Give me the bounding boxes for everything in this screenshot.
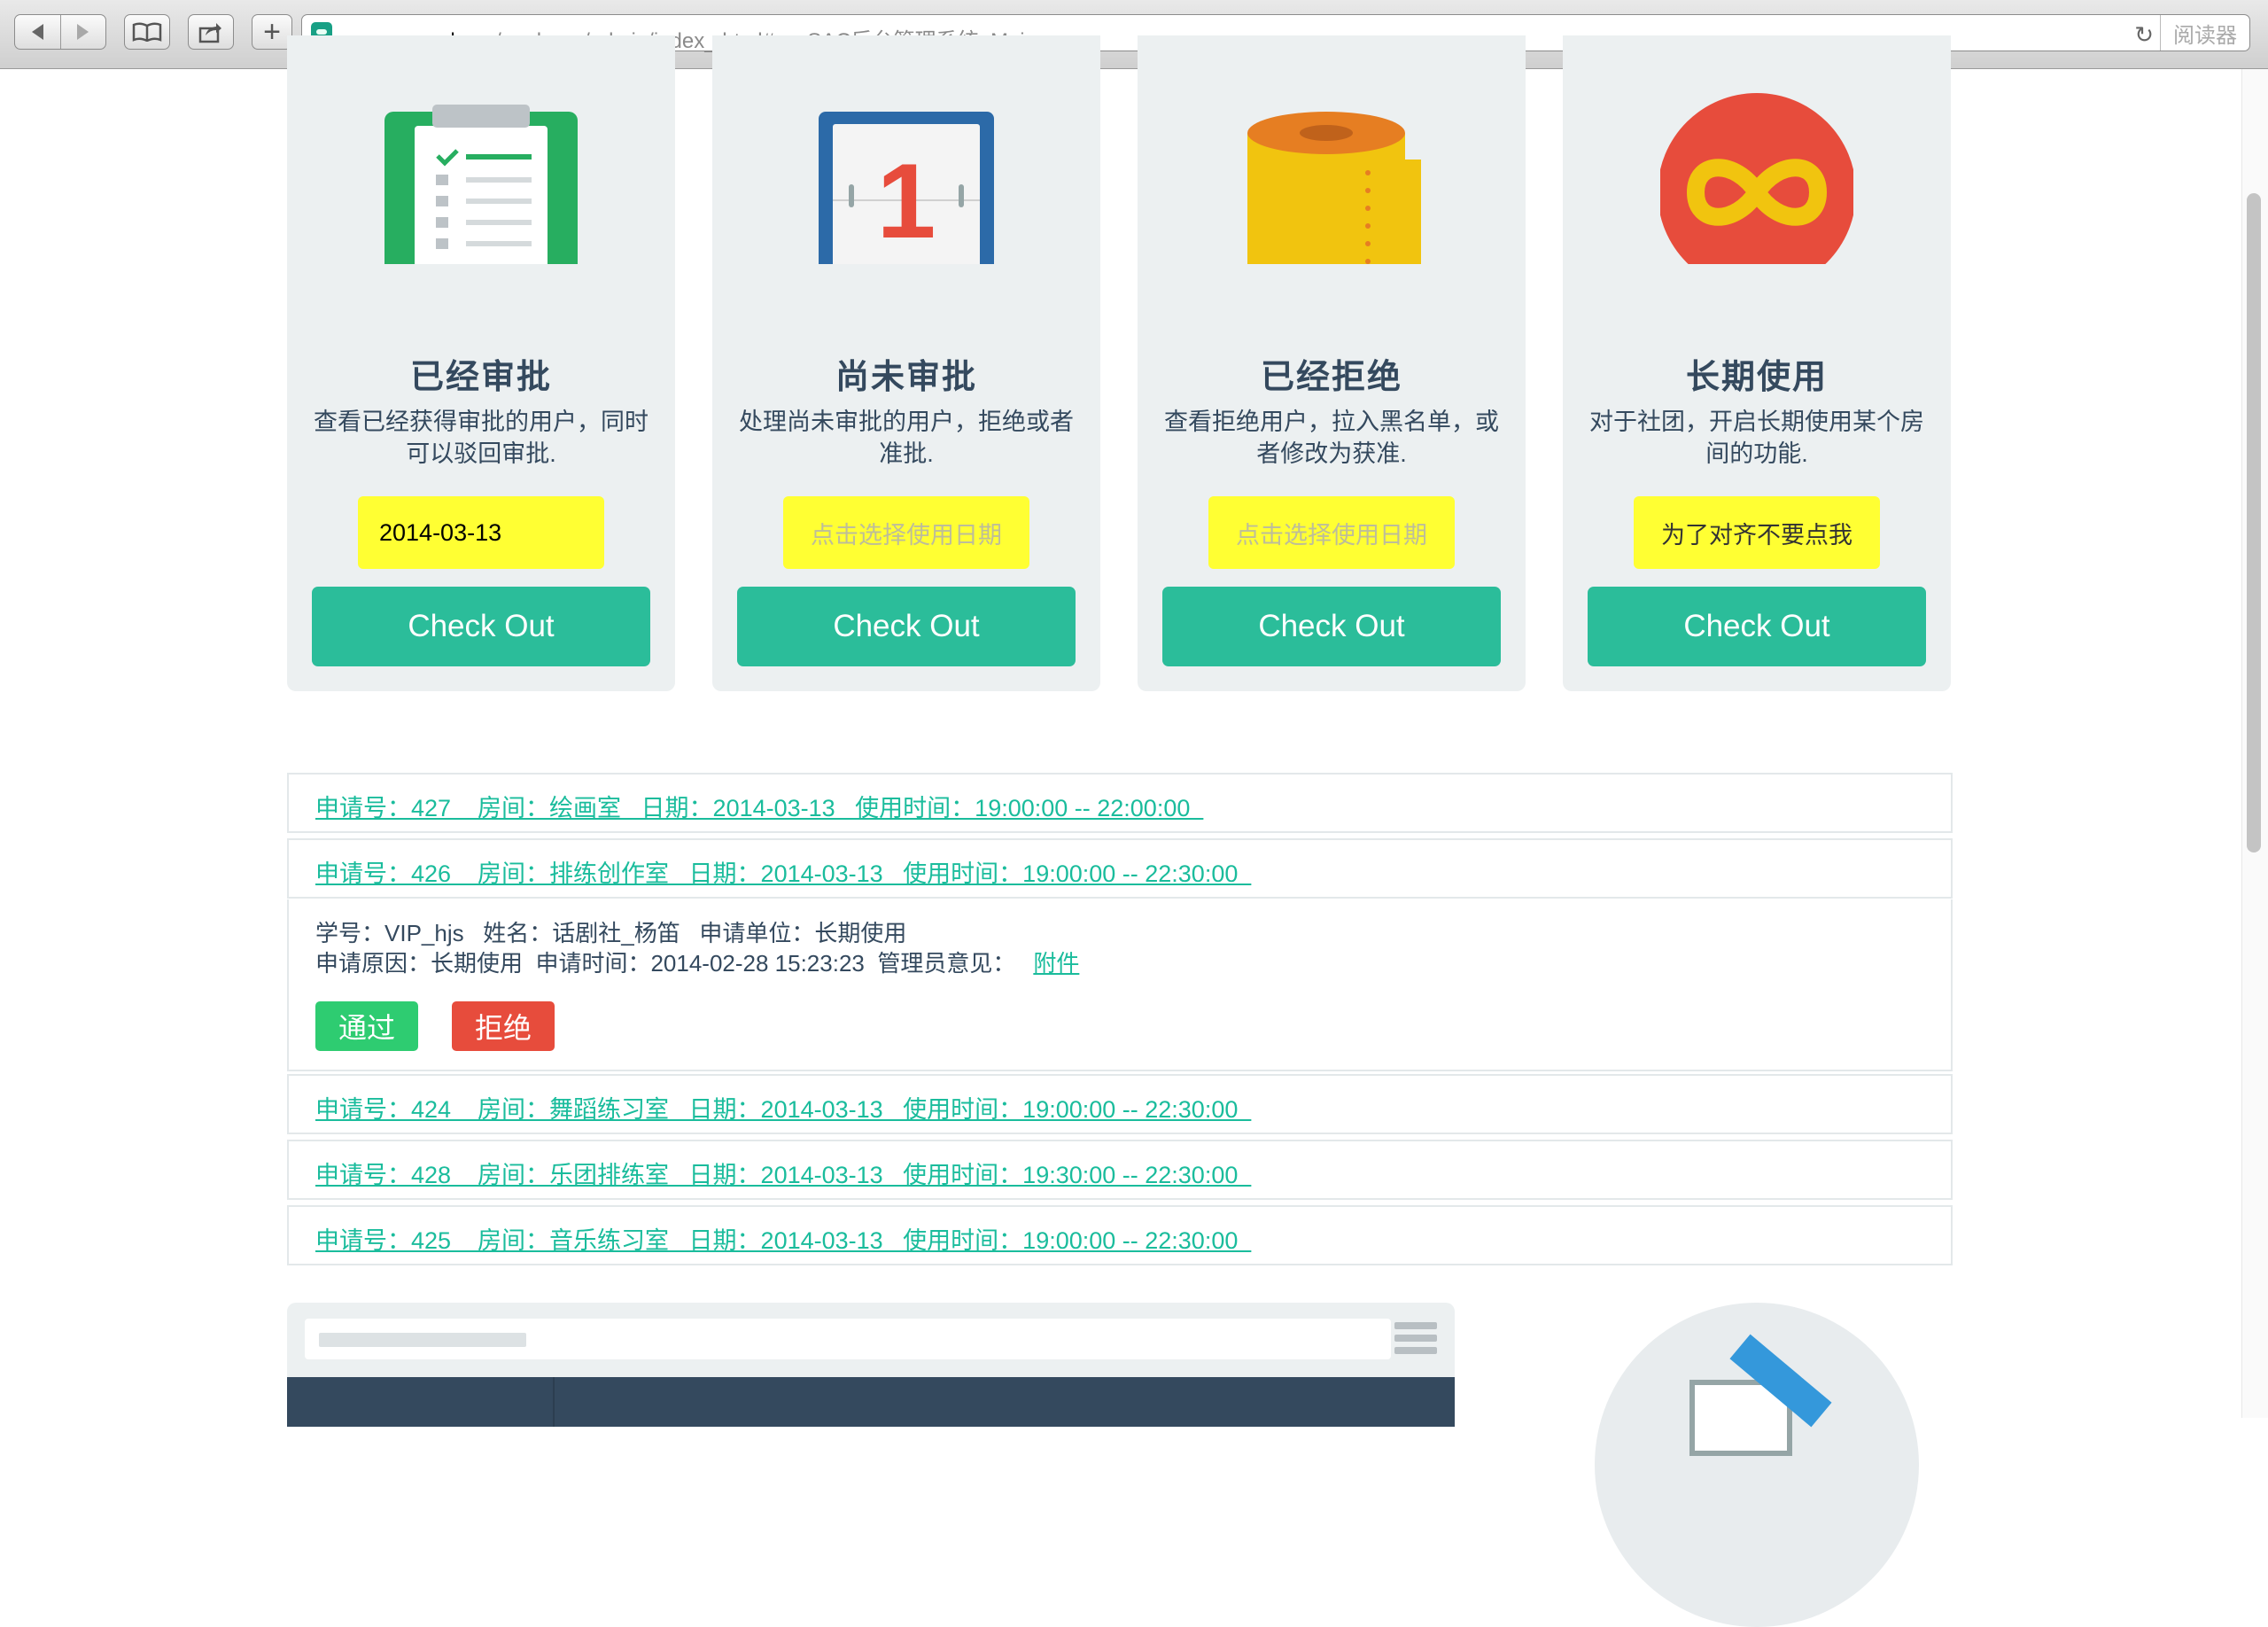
request-item[interactable]: 申请号：427 房间：绘画室 日期：2014-03-13 使用时间：19:00:… bbox=[287, 773, 1953, 833]
back-arrow-icon bbox=[31, 24, 43, 40]
request-link[interactable]: 申请号：426 房间：排练创作室 日期：2014-03-13 使用时间：19:0… bbox=[315, 854, 1251, 889]
request-link[interactable]: 申请号：425 房间：音乐练习室 日期：2014-03-13 使用时间：19:0… bbox=[315, 1221, 1251, 1256]
calendar-icon: 1 bbox=[819, 112, 994, 264]
book-icon bbox=[132, 22, 162, 42]
request-link[interactable]: 申请号：427 房间：绘画室 日期：2014-03-13 使用时间：19:00:… bbox=[315, 789, 1203, 823]
approve-button[interactable]: 通过 bbox=[315, 1001, 418, 1051]
request-link[interactable]: 申请号：424 房间：舞蹈练习室 日期：2014-03-13 使用时间：19:0… bbox=[315, 1090, 1251, 1125]
reader-button[interactable]: 阅读器 bbox=[2160, 15, 2249, 51]
menu-icon bbox=[1394, 1322, 1437, 1358]
bookmarks-button[interactable] bbox=[124, 14, 170, 50]
card-pending: 1 尚未审批 处理尚未审批的用户，拒绝或者准批. 点击选择使用日期 Check … bbox=[712, 35, 1100, 691]
request-detail-panel: 学号：VIP_hjs 姓名：话剧社_杨笛 申请单位：长期使用 申请原因：长期使用… bbox=[287, 899, 1953, 1071]
request-item[interactable]: 申请号：424 房间：舞蹈练习室 日期：2014-03-13 使用时间：19:0… bbox=[287, 1074, 1953, 1134]
card-title: 尚未审批 bbox=[835, 359, 977, 396]
card-title: 已经审批 bbox=[409, 359, 552, 396]
preview-address-bar bbox=[305, 1319, 1391, 1359]
date-picker-field[interactable]: 点击选择使用日期 bbox=[1208, 496, 1455, 569]
card-long-term: 长期使用 对于社团，开启长期使用某个房间的功能. 为了对齐不要点我 Check … bbox=[1563, 35, 1951, 691]
browser-preview-card bbox=[287, 1303, 1455, 1427]
date-picker-field[interactable]: 2014-03-13 bbox=[358, 496, 604, 569]
card-description: 处理尚未审批的用户，拒绝或者准批. bbox=[739, 409, 1074, 467]
date-picker-field[interactable]: 为了对齐不要点我 bbox=[1634, 496, 1880, 569]
toilet-paper-icon bbox=[1247, 112, 1421, 264]
preview-dark-area bbox=[287, 1377, 1455, 1427]
attachment-link[interactable]: 附件 bbox=[1033, 950, 1079, 977]
html5-badge-circle bbox=[1595, 1303, 1919, 1627]
check-out-button[interactable]: Check Out bbox=[1588, 587, 1926, 666]
card-description: 对于社团，开启长期使用某个房间的功能. bbox=[1589, 409, 1924, 467]
preview-placeholder bbox=[319, 1333, 526, 1347]
request-item[interactable]: 申请号：428 房间：乐团排练室 日期：2014-03-13 使用时间：19:3… bbox=[287, 1140, 1953, 1200]
plus-icon: + bbox=[263, 14, 281, 49]
card-title: 已经拒绝 bbox=[1260, 359, 1402, 396]
card-description: 查看已经获得审批的用户，同时可以驳回审批. bbox=[314, 409, 649, 467]
check-out-button[interactable]: Check Out bbox=[737, 587, 1076, 666]
share-button[interactable] bbox=[188, 14, 234, 50]
infinity-icon bbox=[1660, 93, 1853, 264]
check-out-button[interactable]: Check Out bbox=[1162, 587, 1501, 666]
calendar-day: 1 bbox=[877, 142, 936, 261]
forward-arrow-icon bbox=[77, 24, 89, 40]
reject-button[interactable]: 拒绝 bbox=[452, 1001, 555, 1051]
request-item[interactable]: 申请号：426 房间：排练创作室 日期：2014-03-13 使用时间：19:0… bbox=[287, 838, 1953, 899]
request-reason: 申请原因：长期使用 申请时间：2014-02-28 15:23:23 管理员意见… bbox=[315, 950, 1016, 977]
clipboard-icon bbox=[384, 105, 578, 264]
request-link[interactable]: 申请号：428 房间：乐团排练室 日期：2014-03-13 使用时间：19:3… bbox=[315, 1156, 1251, 1190]
request-meta: 申请原因：长期使用 申请时间：2014-02-28 15:23:23 管理员意见… bbox=[315, 946, 1079, 978]
html-icon bbox=[1689, 1334, 1832, 1456]
reload-icon[interactable]: ↻ bbox=[2134, 21, 2154, 49]
request-item[interactable]: 申请号：425 房间：音乐练习室 日期：2014-03-13 使用时间：19:0… bbox=[287, 1205, 1953, 1265]
card-title: 长期使用 bbox=[1685, 359, 1828, 396]
back-button[interactable] bbox=[15, 15, 61, 49]
card-approved: 已经审批 查看已经获得审批的用户，同时可以驳回审批. 2014-03-13 Ch… bbox=[287, 35, 675, 691]
share-icon bbox=[198, 23, 221, 43]
date-picker-field[interactable]: 点击选择使用日期 bbox=[783, 496, 1029, 569]
nav-buttons bbox=[14, 14, 106, 50]
forward-button[interactable] bbox=[61, 15, 106, 49]
check-out-button[interactable]: Check Out bbox=[312, 587, 650, 666]
card-description: 查看拒绝用户，拉入黑名单，或者修改为获准. bbox=[1164, 409, 1499, 467]
scrollbar-thumb[interactable] bbox=[2247, 193, 2261, 852]
applicant-info: 学号：VIP_hjs 姓名：话剧社_杨笛 申请单位：长期使用 bbox=[315, 920, 907, 946]
card-rejected: 已经拒绝 查看拒绝用户，拉入黑名单，或者修改为获准. 点击选择使用日期 Chec… bbox=[1138, 35, 1526, 691]
